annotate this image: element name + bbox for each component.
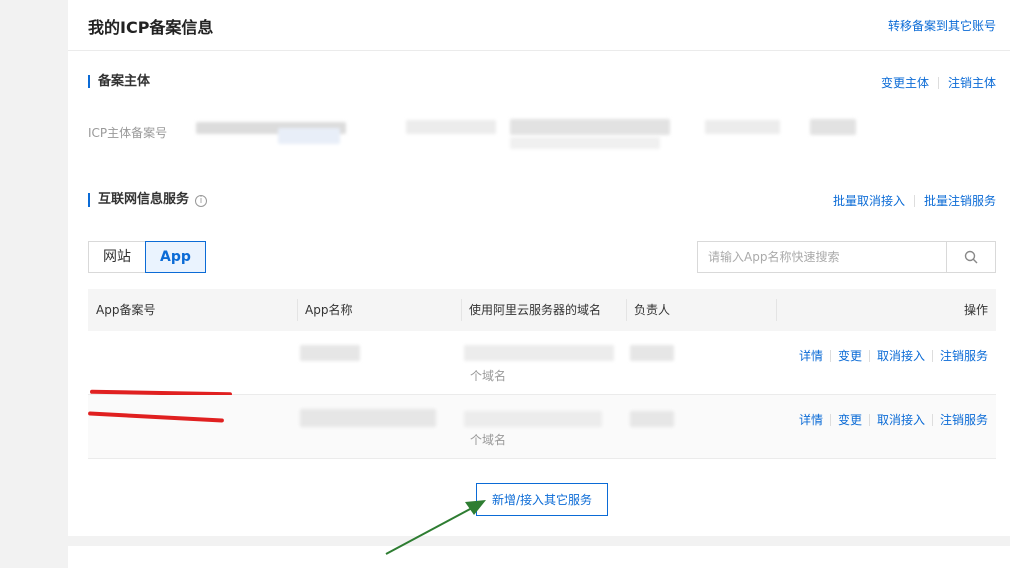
row-operations: 详情 变更 取消接入 注销服务: [799, 411, 988, 428]
redaction-mark: [87, 411, 225, 423]
page-title: 我的ICP备案信息: [88, 18, 214, 37]
table-header: App备案号 App名称 使用阿里云服务器的域名 负责人 操作: [88, 289, 996, 331]
redacted-owner: [630, 345, 674, 361]
redacted-domain: [464, 345, 614, 361]
col-domain: 使用阿里云服务器的域名: [461, 289, 626, 331]
redacted-domain: [464, 411, 602, 427]
search-button[interactable]: [946, 242, 995, 272]
domain-count-note: 个域名: [470, 369, 507, 383]
row-operations: 详情 变更 取消接入 注销服务: [799, 347, 988, 364]
cancel-subject-link[interactable]: 注销主体: [948, 74, 996, 91]
redacted-app-name: [300, 345, 360, 361]
cancel-service-link[interactable]: 注销服务: [940, 347, 988, 364]
help-icon[interactable]: i: [195, 195, 208, 207]
col-operations: 操作: [776, 289, 996, 331]
redacted-owner: [630, 411, 674, 427]
col-owner: 负责人: [626, 289, 776, 331]
section-title-subject: 备案主体: [88, 75, 150, 88]
subject-actions: 变更主体 注销主体: [881, 74, 996, 91]
app-search-input[interactable]: [698, 242, 946, 272]
add-other-service-button[interactable]: 新增/接入其它服务: [476, 483, 608, 516]
cancel-access-link[interactable]: 取消接入: [877, 411, 925, 428]
service-type-tabs: 网站 App: [88, 241, 206, 273]
domain-count-note: 个域名: [470, 433, 507, 447]
section-title-internet-service: 互联网信息服务 i: [88, 192, 208, 207]
cancel-service-link[interactable]: 注销服务: [940, 411, 988, 428]
tab-website[interactable]: 网站: [88, 241, 146, 273]
service-actions: 批量取消接入 批量注销服务: [833, 192, 996, 209]
redacted-app-name: [300, 409, 436, 427]
app-table: App备案号 App名称 使用阿里云服务器的域名 负责人 操作 个域名 详情 变…: [87, 289, 996, 459]
detail-link[interactable]: 详情: [799, 411, 823, 428]
next-card: [68, 546, 1010, 568]
detail-link[interactable]: 详情: [799, 347, 823, 364]
card-header: 我的ICP备案信息 转移备案到其它账号: [68, 0, 1010, 51]
search-icon: [964, 250, 978, 264]
col-app-name: App名称: [297, 289, 461, 331]
table-row: 个域名 详情 变更 取消接入 注销服务: [87, 395, 996, 459]
icp-info-card: 我的ICP备案信息 转移备案到其它账号 备案主体 变更主体 注销主体 ICP主体…: [68, 0, 1010, 536]
tab-app[interactable]: App: [145, 241, 206, 273]
left-rail: [0, 0, 68, 568]
change-link[interactable]: 变更: [838, 347, 862, 364]
app-search-box: [697, 241, 996, 273]
transfer-filing-link[interactable]: 转移备案到其它账号: [888, 17, 996, 34]
internet-service-title: 互联网信息服务: [98, 192, 190, 207]
icp-subject-number-label: ICP主体备案号: [88, 126, 168, 140]
table-row: 个域名 详情 变更 取消接入 注销服务: [88, 331, 996, 397]
col-app-number: App备案号: [96, 303, 156, 317]
cancel-access-link[interactable]: 取消接入: [877, 347, 925, 364]
batch-cancel-service-link[interactable]: 批量注销服务: [924, 192, 996, 209]
change-subject-link[interactable]: 变更主体: [881, 74, 929, 91]
change-link[interactable]: 变更: [838, 411, 862, 428]
batch-cancel-access-link[interactable]: 批量取消接入: [833, 192, 905, 209]
